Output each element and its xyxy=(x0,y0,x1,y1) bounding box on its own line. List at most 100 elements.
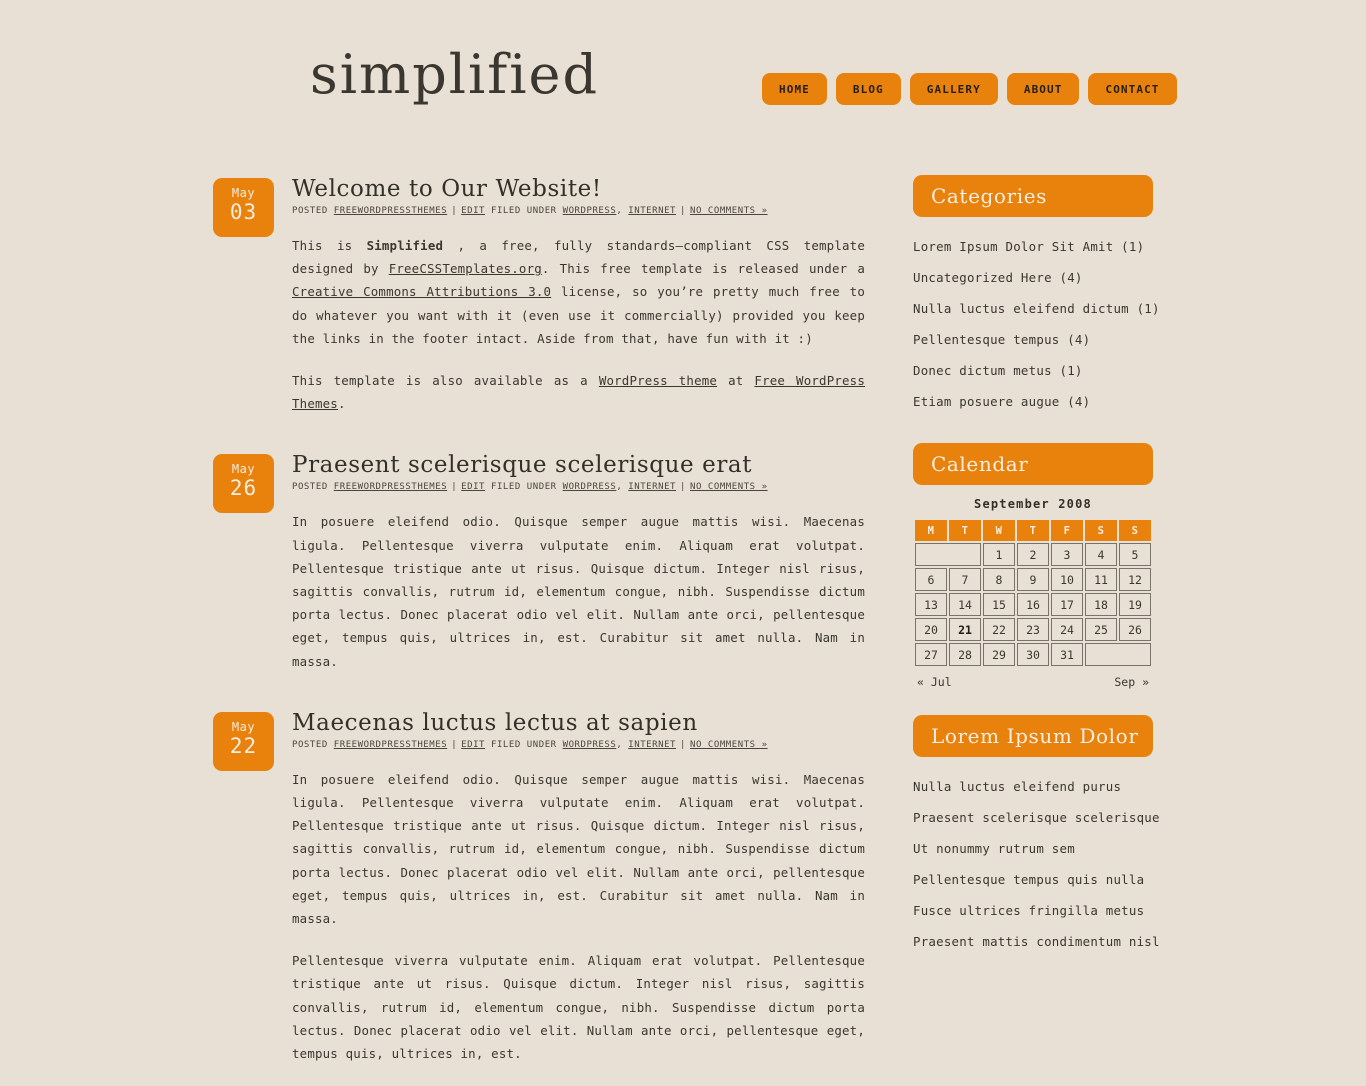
list-item: Etiam posuere augue (4) xyxy=(913,386,1153,417)
calendar-day-cell[interactable]: 1 xyxy=(983,543,1015,566)
calendar-navigation: « Jul Sep » xyxy=(913,668,1153,689)
nav-item-about[interactable]: ABOUT xyxy=(1006,73,1080,105)
calendar-day-cell[interactable]: 3 xyxy=(1051,543,1083,566)
calendar-empty-cell xyxy=(1085,643,1151,666)
calendar-day-cell[interactable]: 6 xyxy=(915,568,947,591)
nav-item-home[interactable]: HOME xyxy=(762,73,827,105)
categories-link[interactable]: Pellentesque tempus (4) xyxy=(913,332,1090,347)
post-paragraph: Pellentesque viverra vulputate enim. Ali… xyxy=(292,949,865,1065)
categories-link[interactable]: Lorem Ipsum Dolor Sit Amit (1) xyxy=(913,239,1144,254)
meta-separator: | xyxy=(680,206,686,216)
categories-link[interactable]: Nulla luctus eleifend dictum (1) xyxy=(913,301,1160,316)
list-item: Pellentesque tempus quis nulla xyxy=(913,864,1153,895)
post-category-internet[interactable]: INTERNET xyxy=(628,482,676,492)
post-comments-link[interactable]: NO COMMENTS » xyxy=(690,740,768,750)
calendar-day-cell[interactable]: 25 xyxy=(1085,618,1117,641)
lorem-ipsum-dolor-link[interactable]: Praesent mattis condimentum nisl xyxy=(913,934,1160,949)
body-text: This template is also available as a xyxy=(292,373,599,389)
lorem-ipsum-dolor-link[interactable]: Fusce ultrices fringilla metus xyxy=(913,903,1144,918)
calendar-day-cell[interactable]: 10 xyxy=(1051,568,1083,591)
post-edit-link[interactable]: EDIT xyxy=(461,482,485,492)
calendar-empty-cell xyxy=(915,543,981,566)
calendar-day-cell[interactable]: 12 xyxy=(1119,568,1151,591)
post-category-wordpress[interactable]: WORDPRESS xyxy=(563,740,617,750)
post-comments-link[interactable]: NO COMMENTS » xyxy=(690,206,768,216)
categories-link[interactable]: Donec dictum metus (1) xyxy=(913,363,1083,378)
main-navigation: HOME BLOG GALLERY ABOUT CONTACT xyxy=(762,73,1177,105)
lorem-ipsum-dolor-widget: Lorem Ipsum Dolor Nulla luctus eleifend p… xyxy=(913,715,1159,957)
calendar-day-cell[interactable]: 15 xyxy=(983,593,1015,616)
post-paragraph: In posuere eleifend odio. Quisque semper… xyxy=(292,768,865,930)
calendar-day-cell[interactable]: 8 xyxy=(983,568,1015,591)
calendar-day-cell[interactable]: 17 xyxy=(1051,593,1083,616)
nav-item-blog[interactable]: BLOG xyxy=(835,73,901,105)
meta-comma: , xyxy=(616,739,623,750)
calendar-day-cell[interactable]: 20 xyxy=(915,618,947,641)
calendar-day-cell[interactable]: 2 xyxy=(1017,543,1049,566)
calendar-day-cell[interactable]: 5 xyxy=(1119,543,1151,566)
calendar-day-cell[interactable]: 14 xyxy=(949,593,981,616)
calendar-day-cell[interactable]: 18 xyxy=(1085,593,1117,616)
post-paragraph: In posuere eleifend odio. Quisque semper… xyxy=(292,510,865,672)
inline-link[interactable]: FreeCSSTemplates.org xyxy=(389,261,542,276)
nav-item-gallery[interactable]: GALLERY xyxy=(909,73,998,105)
lorem-ipsum-dolor-link[interactable]: Ut nonummy rutrum sem xyxy=(913,841,1075,856)
calendar-day-cell[interactable]: 7 xyxy=(949,568,981,591)
nav-item-contact[interactable]: CONTACT xyxy=(1088,73,1177,105)
list-item: Praesent scelerisque scelerisque xyxy=(913,802,1159,833)
post-body: Welcome to Our Website! POSTED FREEWORDPR… xyxy=(292,175,865,415)
calendar-day-cell[interactable]: 9 xyxy=(1017,568,1049,591)
post-title[interactable]: Praesent scelerisque scelerisque erat xyxy=(292,451,865,479)
post-title[interactable]: Welcome to Our Website! xyxy=(292,175,865,203)
categories-link[interactable]: Uncategorized Here (4) xyxy=(913,270,1083,285)
post-title[interactable]: Maecenas luctus lectus at sapien xyxy=(292,709,865,737)
post-category-internet[interactable]: INTERNET xyxy=(628,740,676,750)
post-date-month: May xyxy=(231,462,256,477)
calendar-day-cell[interactable]: 23 xyxy=(1017,618,1049,641)
filed-under-label: FILED UNDER xyxy=(491,739,557,750)
calendar-prev-link[interactable]: « Jul xyxy=(917,675,952,689)
calendar-day-cell[interactable]: 21 xyxy=(949,618,981,641)
calendar-weekday: T xyxy=(949,520,981,541)
inline-link[interactable]: WordPress theme xyxy=(599,373,717,388)
calendar-header-row: MTWTFSS xyxy=(915,520,1151,541)
post-edit-link[interactable]: EDIT xyxy=(461,206,485,216)
calendar-day-cell[interactable]: 30 xyxy=(1017,643,1049,666)
calendar-next-link[interactable]: Sep » xyxy=(1114,675,1149,689)
calendar-day-cell[interactable]: 19 xyxy=(1119,593,1151,616)
post-comments-link[interactable]: NO COMMENTS » xyxy=(690,482,768,492)
inline-link[interactable]: Creative Commons Attributions 3.0 xyxy=(292,284,551,299)
calendar-week-row: 13 14 15 16 17 18 19 xyxy=(915,593,1151,616)
calendar-day-cell[interactable]: 22 xyxy=(983,618,1015,641)
calendar-day-cell[interactable]: 31 xyxy=(1051,643,1083,666)
calendar-day-cell[interactable]: 11 xyxy=(1085,568,1117,591)
lorem-ipsum-dolor-link[interactable]: Praesent scelerisque scelerisque xyxy=(913,810,1160,825)
calendar-day-cell[interactable]: 4 xyxy=(1085,543,1117,566)
post-author-link[interactable]: FREEWORDPRESSTHEMES xyxy=(334,482,447,492)
body-text: In posuere eleifend odio. Quisque semper… xyxy=(292,514,865,669)
calendar-day-cell[interactable]: 29 xyxy=(983,643,1015,666)
post-category-internet[interactable]: INTERNET xyxy=(628,206,676,216)
calendar-day-cell[interactable]: 28 xyxy=(949,643,981,666)
site-header: simplified HOME BLOG GALLERY ABOUT CONTACT xyxy=(0,0,1366,175)
post-author-link[interactable]: FREEWORDPRESSTHEMES xyxy=(334,740,447,750)
body-text: This is xyxy=(292,238,367,253)
post-edit-link[interactable]: EDIT xyxy=(461,740,485,750)
calendar-day-cell[interactable]: 27 xyxy=(915,643,947,666)
post-category-wordpress[interactable]: WORDPRESS xyxy=(563,482,617,492)
post-meta: POSTED FREEWORDPRESSTHEMES | EDIT FILED UN… xyxy=(292,206,865,216)
calendar-week-row: 20 21 22 23 24 25 26 xyxy=(915,618,1151,641)
calendar-day-cell[interactable]: 26 xyxy=(1119,618,1151,641)
calendar-day-cell[interactable]: 24 xyxy=(1051,618,1083,641)
categories-link[interactable]: Etiam posuere augue (4) xyxy=(913,394,1090,409)
calendar-day-cell[interactable]: 13 xyxy=(915,593,947,616)
calendar-day-cell[interactable]: 16 xyxy=(1017,593,1049,616)
post-category-wordpress[interactable]: WORDPRESS xyxy=(563,206,617,216)
post-author-link[interactable]: FREEWORDPRESSTHEMES xyxy=(334,206,447,216)
post-list: May 03 Welcome to Our Website! POSTED FREEW… xyxy=(213,175,865,1086)
lorem-ipsum-dolor-link[interactable]: Nulla luctus eleifend purus xyxy=(913,779,1121,794)
posted-label: POSTED xyxy=(292,739,328,750)
lorem-ipsum-dolor-link[interactable]: Pellentesque tempus quis nulla xyxy=(913,872,1144,887)
post-body: Praesent scelerisque scelerisque erat POS… xyxy=(292,451,865,672)
list-item: Lorem Ipsum Dolor Sit Amit (1) xyxy=(913,231,1153,262)
